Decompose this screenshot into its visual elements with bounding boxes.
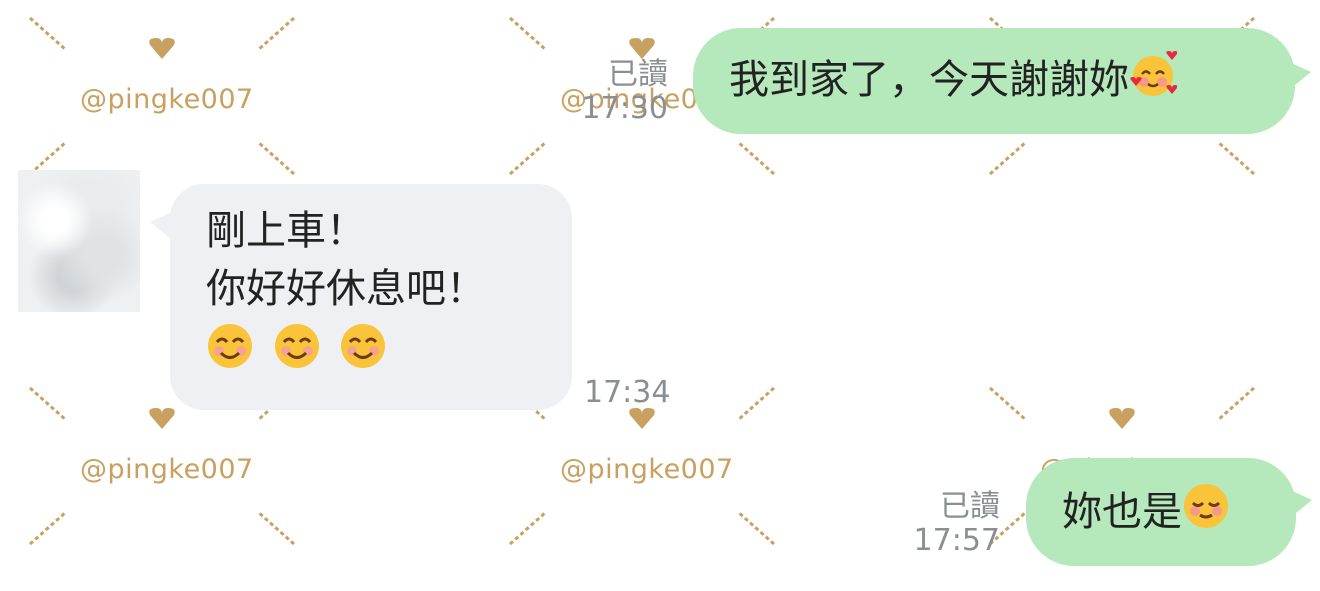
message-text: 妳也是 bbox=[1062, 489, 1182, 535]
outgoing-message-bubble[interactable]: 妳也是 bbox=[1026, 458, 1296, 566]
emoji-row bbox=[206, 318, 536, 386]
message-time: 17:57 bbox=[913, 523, 1000, 558]
relieved-blushing-face-icon bbox=[1182, 482, 1230, 546]
outgoing-message-bubble[interactable]: 我到家了，今天謝謝妳 bbox=[693, 28, 1295, 134]
watermark-text: @pingke007 bbox=[560, 454, 734, 485]
message-meta: 已讀 17:57 bbox=[890, 490, 1000, 558]
watermark-text: @pingke007 bbox=[80, 84, 254, 115]
bubble-tail bbox=[150, 212, 172, 240]
message-meta: 17:34 bbox=[584, 376, 676, 410]
message-text: 我到家了，今天謝謝妳 bbox=[729, 57, 1129, 103]
watermark-text: @pingke007 bbox=[80, 454, 254, 485]
read-receipt: 已讀 bbox=[608, 57, 668, 92]
smiling-face-icon bbox=[339, 322, 387, 386]
message-text-line: 你好好休息吧！ bbox=[206, 266, 486, 312]
smiling-face-icon bbox=[273, 322, 321, 386]
bubble-tail bbox=[1290, 490, 1312, 518]
smiling-face-icon bbox=[206, 322, 254, 386]
message-meta: 已讀 17:30 bbox=[560, 58, 668, 126]
read-receipt: 已讀 bbox=[940, 489, 1000, 524]
contact-avatar[interactable] bbox=[18, 170, 140, 312]
smiling-face-with-hearts-icon bbox=[1129, 50, 1178, 114]
message-time: 17:30 bbox=[581, 91, 668, 126]
message-time: 17:34 bbox=[584, 375, 671, 410]
incoming-message-bubble[interactable]: 剛上車！ 你好好休息吧！ bbox=[170, 184, 572, 410]
message-text-line: 剛上車！ bbox=[206, 208, 366, 254]
bubble-tail bbox=[1289, 62, 1311, 90]
